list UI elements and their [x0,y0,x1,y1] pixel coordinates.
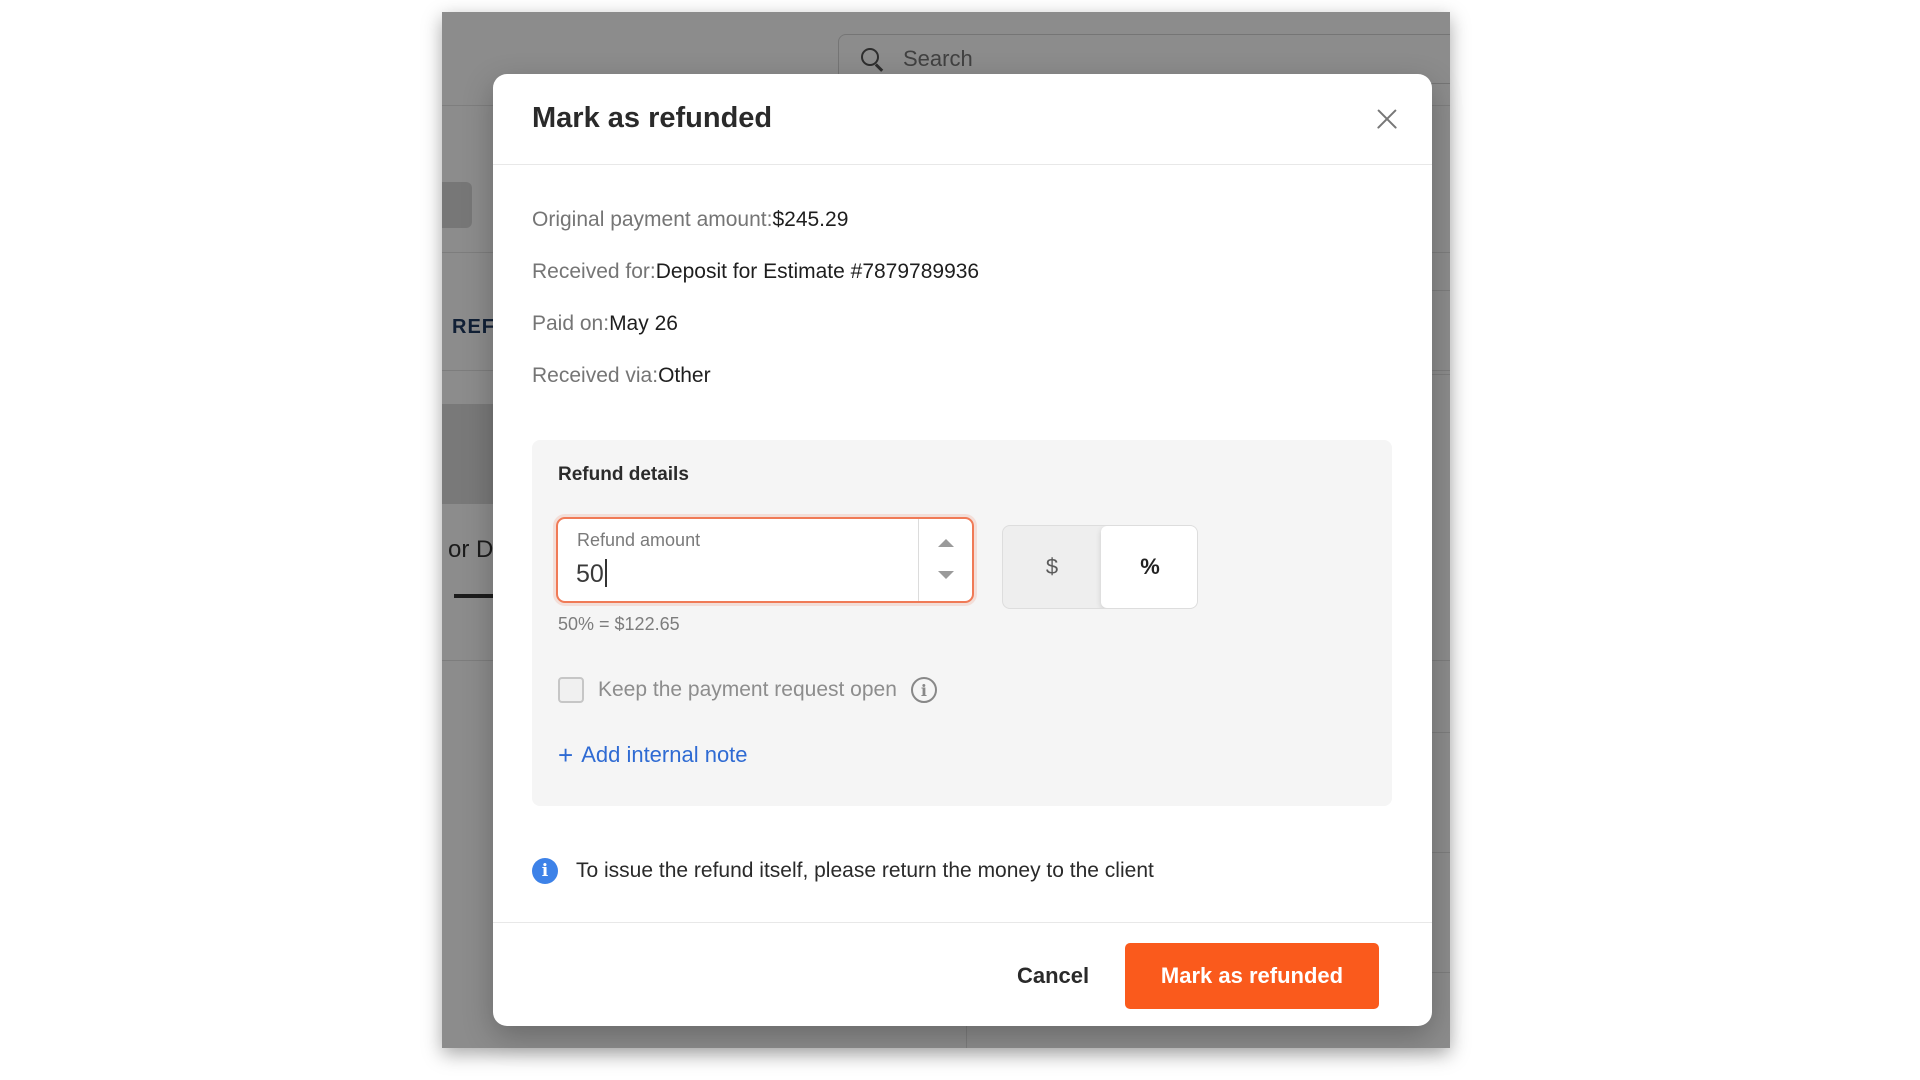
refund-calculation: 50% = $122.65 [558,614,680,634]
refund-dialog: Mark as refunded Original payment amount… [493,74,1432,1026]
keep-open-checkbox[interactable] [558,677,584,703]
add-internal-note-label: Add internal note [581,742,748,767]
paid-on-label: Paid on: [532,312,610,335]
received-for-label: Received for: [532,260,656,283]
dialog-footer: Cancel Mark as refunded [493,922,1432,1026]
mark-as-refunded-button[interactable]: Mark as refunded [1125,943,1379,1009]
refund-details-panel: Refund details Refund amount 50 $ % 50% … [532,440,1392,806]
paid-on-value: May 26 [609,312,678,335]
unit-toggle: $ % [1002,525,1198,609]
info-icon: i [532,858,558,884]
received-via-value: Other [658,364,711,387]
original-payment-row: Original payment amount:$245.29 [532,208,848,232]
keep-open-row: Keep the payment request open i [558,675,937,705]
decrement-button[interactable] [919,559,972,601]
amount-stepper [918,519,972,601]
close-button[interactable] [1370,102,1404,136]
received-via-label: Received via: [532,364,659,387]
cancel-button[interactable]: Cancel [1003,951,1103,1001]
close-icon [1370,102,1404,136]
original-payment-value: $245.29 [772,208,849,231]
dialog-title: Mark as refunded [532,102,773,134]
dialog-header: Mark as refunded [493,74,1432,165]
caret-up-icon [938,539,954,547]
received-via-row: Received via:Other [532,364,711,388]
received-for-row: Received for:Deposit for Estimate #78797… [532,260,979,284]
caret-down-icon [938,571,954,579]
add-internal-note-link[interactable]: + Add internal note [558,742,748,768]
info-icon[interactable]: i [910,677,937,703]
unit-dollar-button[interactable]: $ [1003,526,1101,608]
keep-open-label[interactable]: Keep the payment request open [598,678,897,702]
plus-icon: + [558,740,574,770]
paid-on-row: Paid on:May 26 [532,312,678,336]
refund-amount-value[interactable]: 50 [576,559,607,589]
text-caret [604,559,607,587]
refund-amount-input[interactable]: Refund amount 50 [556,517,974,603]
unit-percent-button[interactable]: % [1101,526,1197,608]
received-for-value: Deposit for Estimate #7879789936 [655,260,980,283]
refund-details-heading: Refund details [558,464,689,485]
increment-button[interactable] [919,519,972,561]
original-payment-label: Original payment amount: [532,208,773,231]
refund-notice-text: To issue the refund itself, please retur… [576,859,1154,882]
refund-amount-text: 50 [576,560,604,588]
refund-notice: i To issue the refund itself, please ret… [532,858,1154,884]
refund-amount-label: Refund amount [577,530,701,550]
